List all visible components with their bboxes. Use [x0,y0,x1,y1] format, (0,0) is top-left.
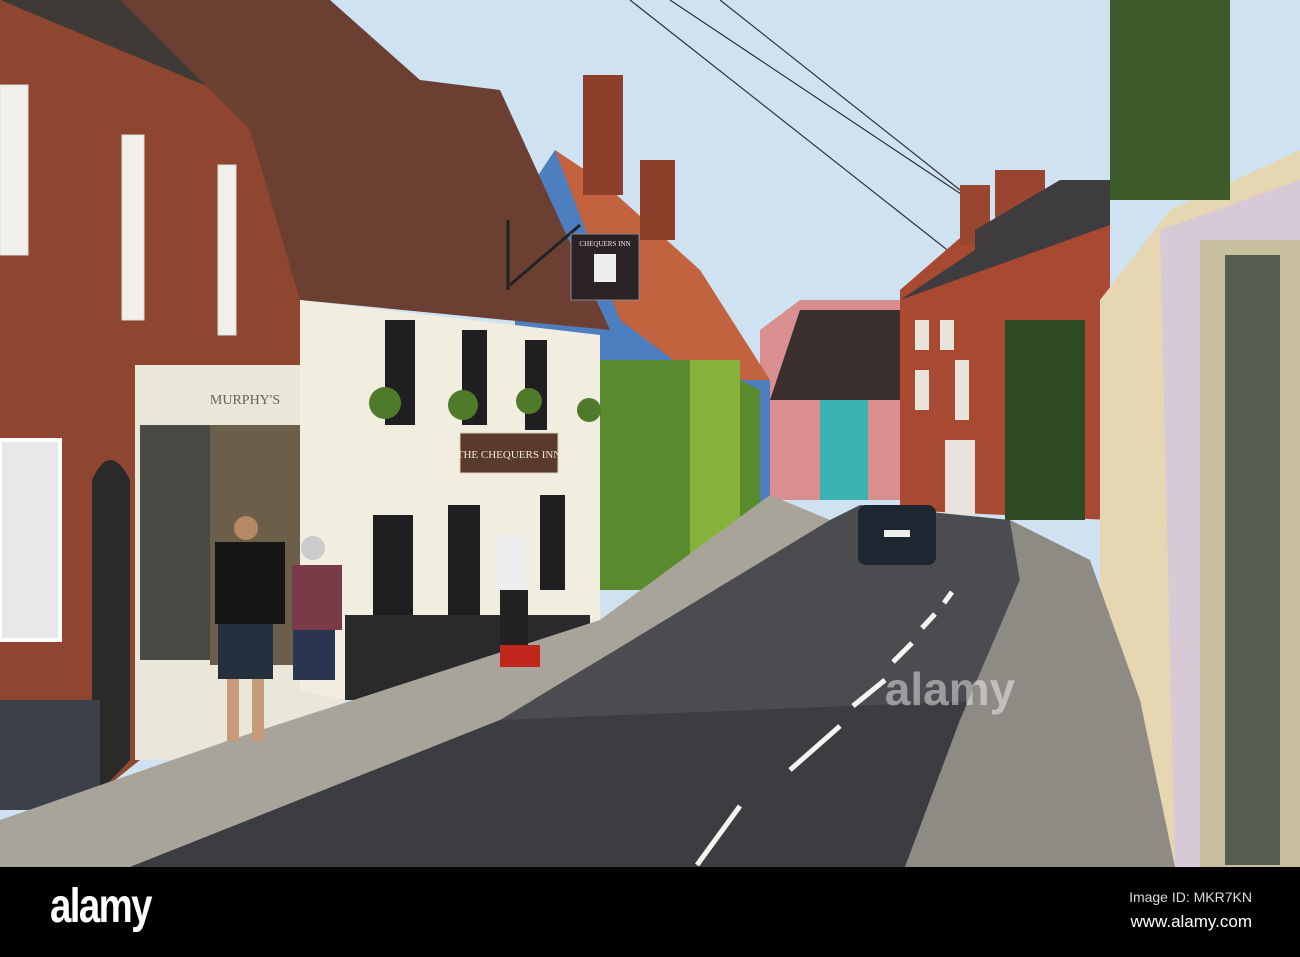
stock-photo: THE CHEQUERS INN CHEQUERS INN MURPHY'S a… [0,0,1300,957]
alamy-logo[interactable]: alamy [50,879,152,934]
footer-bar: alamy Image ID: MKR7KN www.alamy.com [0,867,1300,957]
climbing-plant [1110,0,1230,200]
site-url[interactable]: www.alamy.com [1130,912,1252,932]
watermark: alamy [885,663,1016,715]
street-scene: THE CHEQUERS INN CHEQUERS INN MURPHY'S a… [0,0,1300,867]
shop-fascia-text: MURPHY'S [210,393,280,408]
tree [1005,320,1085,520]
pub-board-text: THE CHEQUERS INN [457,449,562,461]
hanging-sign-text: CHEQUERS INN [579,240,630,248]
image-id: Image ID: MKR7KN [1129,889,1252,905]
